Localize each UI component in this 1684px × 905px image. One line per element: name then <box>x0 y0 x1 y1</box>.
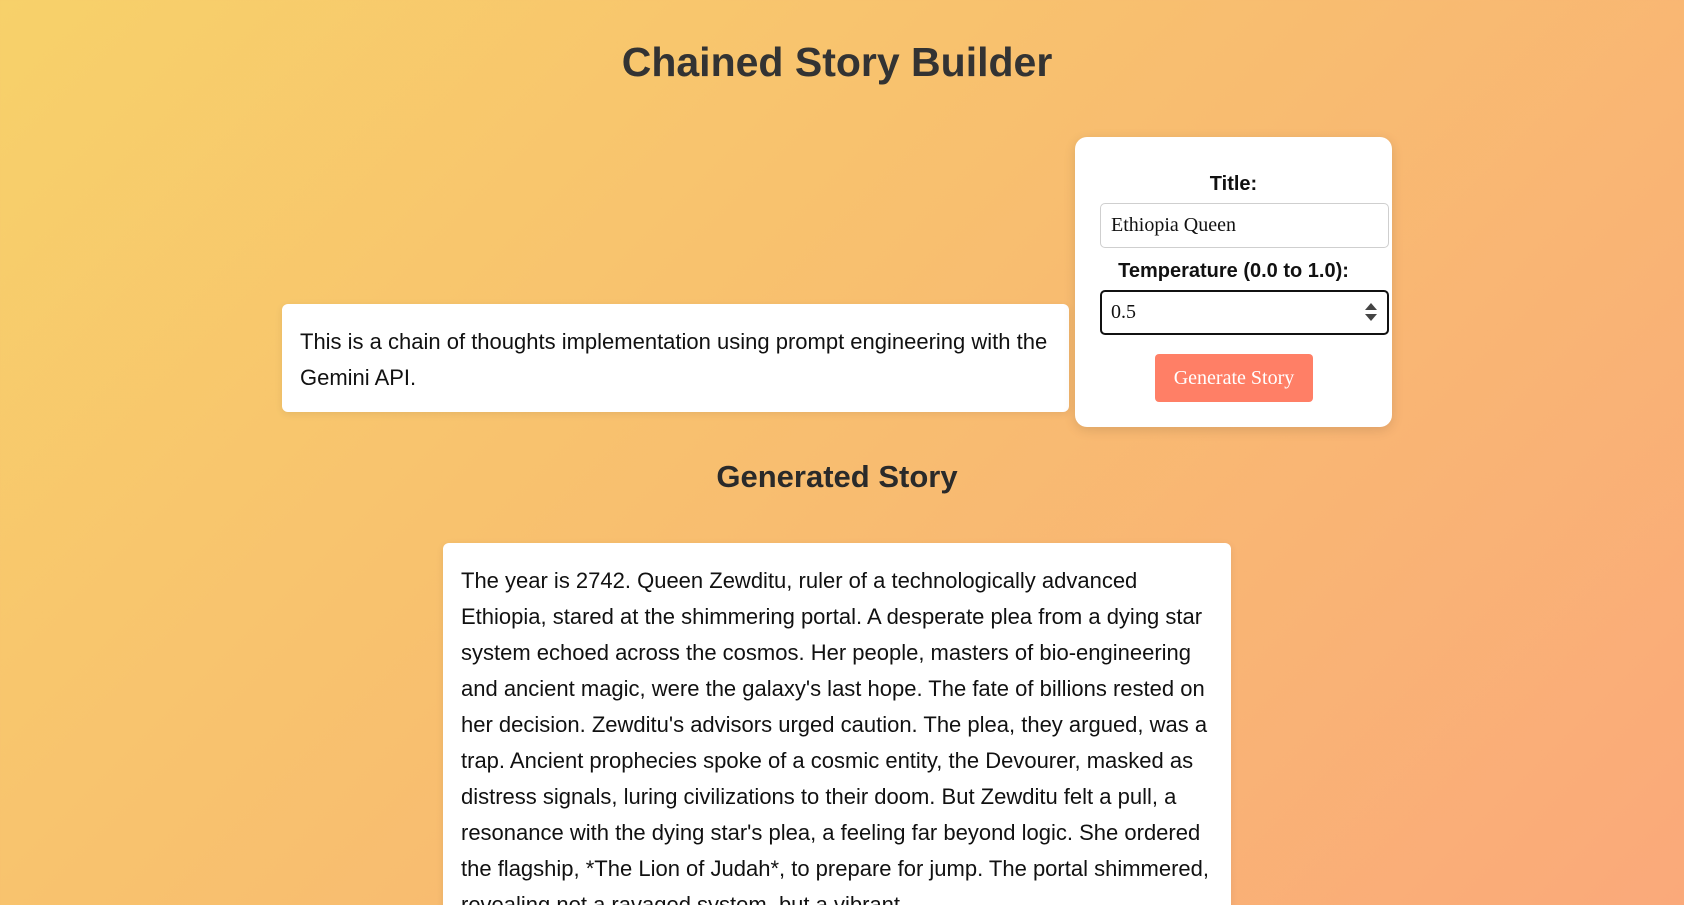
decrement-arrow-icon[interactable] <box>1365 314 1377 321</box>
page-title: Chained Story Builder <box>621 39 1053 85</box>
generated-story-heading: Generated Story <box>716 459 958 494</box>
temperature-field[interactable] <box>1100 290 1389 335</box>
title-input[interactable] <box>1100 203 1389 248</box>
temperature-spinner[interactable] <box>1365 303 1377 322</box>
story-output-card[interactable]: The year is 2742. Queen Zewditu, ruler o… <box>443 543 1231 905</box>
title-label: Title: <box>1209 173 1258 195</box>
intro-text: This is a chain of thoughts implementati… <box>300 329 1048 390</box>
increment-arrow-icon[interactable] <box>1365 303 1377 310</box>
story-form: Title: Temperature (0.0 to 1.0): Generat… <box>1075 137 1392 427</box>
intro-card: This is a chain of thoughts implementati… <box>282 304 1069 412</box>
temperature-input[interactable] <box>1111 292 1351 333</box>
generate-story-button[interactable]: Generate Story <box>1155 354 1313 402</box>
story-text: The year is 2742. Queen Zewditu, ruler o… <box>461 568 1210 905</box>
temperature-label: Temperature (0.0 to 1.0): <box>1118 260 1349 282</box>
